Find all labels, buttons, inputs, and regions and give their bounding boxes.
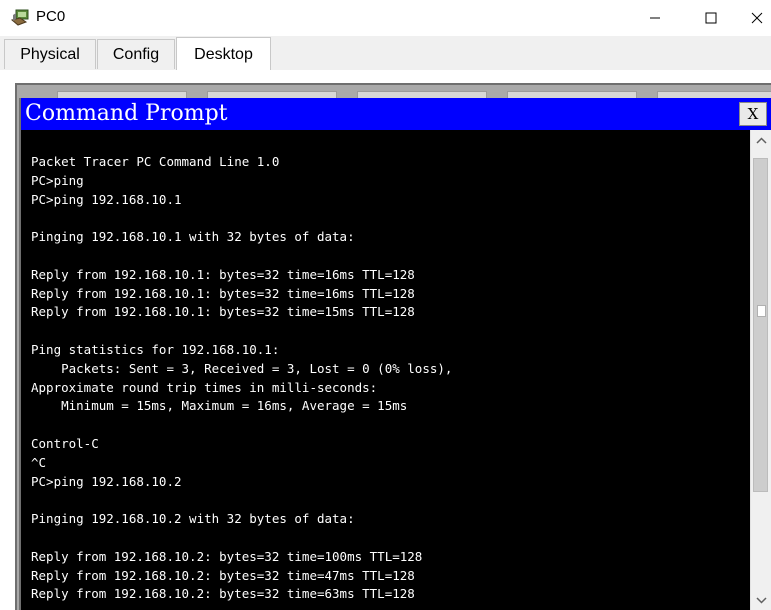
chevron-down-icon (755, 596, 767, 604)
chevron-up-icon (755, 136, 767, 144)
terminal-line: PC>ping 192.168.10.2 (31, 473, 182, 489)
terminal-line: Reply from 192.168.10.2: bytes=32 time=4… (31, 567, 415, 583)
terminal-output[interactable]: Packet Tracer PC Command Line 1.0 PC>ping… (31, 153, 751, 608)
terminal-line: Control-C (31, 435, 99, 451)
close-button[interactable] (734, 0, 771, 36)
terminal-line: Minimum = 15ms, Maximum = 16ms, Average … (31, 398, 408, 414)
scroll-down-button[interactable] (751, 590, 771, 610)
scroll-up-button[interactable] (751, 130, 771, 150)
terminal-line: PC>ping (31, 172, 84, 188)
tab-strip: Physical Config Desktop (0, 36, 771, 71)
terminal-line: Reply from 192.168.10.1: bytes=32 time=1… (31, 304, 415, 320)
terminal-line: Approximate round trip times in milli-se… (31, 379, 378, 395)
title-bar: PC0 (0, 0, 771, 36)
vertical-scrollbar[interactable] (750, 130, 771, 610)
maximize-button[interactable] (688, 0, 734, 36)
command-prompt-title: Command Prompt (25, 101, 228, 126)
pc-icon (10, 8, 30, 28)
desktop-panel: Command Prompt X Packet Tracer PC Comman… (0, 70, 771, 610)
window-title: PC0 (36, 8, 66, 25)
terminal-line: Reply from 192.168.10.2: bytes=32 time=1… (31, 548, 423, 564)
terminal-line: Reply from 192.168.10.1: bytes=32 time=1… (31, 266, 415, 282)
terminal-line: ^C (31, 454, 47, 470)
scroll-thumb[interactable] (753, 158, 768, 492)
command-prompt-title-bar: Command Prompt X (21, 98, 771, 130)
minimize-button[interactable] (632, 0, 678, 36)
tab-config[interactable]: Config (97, 39, 175, 69)
terminal-line: Reply from 192.168.10.1: bytes=32 time=1… (31, 285, 415, 301)
terminal-line: Packets: Sent = 3, Received = 3, Lost = … (31, 360, 453, 376)
terminal-line: Ping statistics for 192.168.10.1: (31, 341, 280, 357)
terminal-line: Packet Tracer PC Command Line 1.0 (31, 154, 280, 169)
minimize-icon (650, 17, 660, 19)
terminal-line: Reply from 192.168.10.2: bytes=32 time=6… (31, 586, 415, 602)
terminal-line: Pinging 192.168.10.2 with 32 bytes of da… (31, 511, 355, 527)
command-prompt-window[interactable]: Command Prompt X Packet Tracer PC Comman… (19, 98, 771, 610)
tab-desktop[interactable]: Desktop (176, 37, 271, 71)
command-prompt-close-button[interactable]: X (739, 102, 767, 126)
tab-physical[interactable]: Physical (4, 39, 96, 69)
close-icon (751, 12, 763, 24)
scroll-thumb-grip (757, 305, 766, 317)
terminal-line: PC>ping 192.168.10.1 (31, 191, 182, 207)
maximize-icon (705, 12, 717, 24)
terminal-line: Pinging 192.168.10.1 with 32 bytes of da… (31, 229, 355, 245)
